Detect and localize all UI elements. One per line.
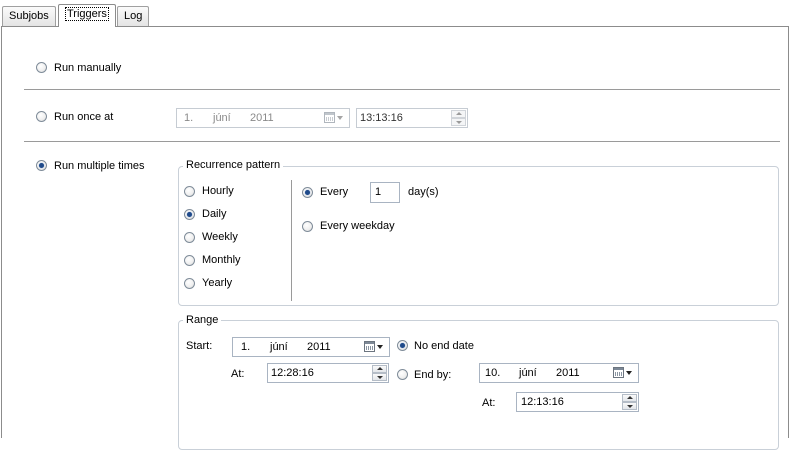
- spin-up-icon[interactable]: [372, 365, 387, 373]
- range-end-calendar-button[interactable]: [612, 366, 634, 380]
- range-start-time-field[interactable]: 12:28:16: [267, 363, 389, 383]
- range-start-time-spinner[interactable]: [372, 365, 387, 381]
- every-weekday-label[interactable]: Every weekday: [320, 220, 395, 233]
- recurrence-yearly-radio[interactable]: [184, 278, 195, 289]
- run-once-date-picker[interactable]: 1. júní 2011: [176, 108, 350, 128]
- spin-down-icon[interactable]: [622, 402, 637, 410]
- recurrence-daily-radio[interactable]: [184, 209, 195, 220]
- chevron-down-icon: [377, 345, 383, 349]
- range-end-time-field[interactable]: 12:13:16: [516, 392, 639, 412]
- recurrence-monthly-label[interactable]: Monthly: [202, 254, 241, 267]
- end-by-label[interactable]: End by:: [414, 369, 451, 382]
- range-start-at-label: At:: [231, 368, 245, 380]
- recurrence-pattern-group: [178, 166, 779, 306]
- run-once-calendar-button[interactable]: [323, 111, 345, 125]
- tab-subjobs-label: Subjobs: [9, 10, 49, 22]
- spin-up-icon[interactable]: [451, 110, 466, 118]
- run-once-time-spinner[interactable]: [451, 110, 466, 126]
- tab-subjobs[interactable]: Subjobs: [2, 6, 56, 26]
- calendar-icon: [324, 112, 335, 123]
- tab-log[interactable]: Log: [117, 6, 150, 26]
- range-title: Range: [183, 314, 222, 327]
- range-end-date-picker[interactable]: 10. júní 2011: [479, 363, 639, 383]
- range-start-month: júní: [270, 341, 288, 353]
- range-end-month: júní: [519, 367, 537, 379]
- run-once-time-value: 13:13:16: [360, 112, 403, 124]
- range-end-time-spinner[interactable]: [622, 394, 637, 410]
- calendar-icon: [613, 367, 624, 378]
- no-end-date-label[interactable]: No end date: [414, 340, 474, 353]
- recurrence-weekly-label[interactable]: Weekly: [202, 231, 238, 244]
- daily-every-value: 1: [375, 186, 382, 198]
- recurrence-hourly-label[interactable]: Hourly: [202, 185, 234, 198]
- spin-up-icon[interactable]: [622, 394, 637, 402]
- daily-unit-label: day(s): [408, 186, 439, 198]
- tab-log-label: Log: [124, 10, 143, 22]
- run-once-date-day: 1.: [184, 112, 194, 124]
- daily-every-input[interactable]: 1: [370, 182, 400, 203]
- range-start-date-picker[interactable]: 1. júní 2011: [232, 337, 390, 357]
- spin-down-icon[interactable]: [451, 118, 466, 126]
- recurrence-hourly-radio[interactable]: [184, 186, 195, 197]
- range-start-label: Start:: [186, 340, 213, 352]
- recurrence-monthly-radio[interactable]: [184, 255, 195, 266]
- run-multiple-radio[interactable]: [36, 160, 47, 171]
- chevron-down-icon: [626, 371, 632, 375]
- range-end-time-value: 12:13:16: [521, 396, 564, 408]
- separator-2: [24, 141, 780, 142]
- recurrence-daily-label[interactable]: Daily: [202, 208, 226, 221]
- range-start-day: 1.: [241, 341, 251, 353]
- range-start-calendar-button[interactable]: [363, 340, 385, 354]
- run-once-radio[interactable]: [36, 111, 47, 122]
- run-multiple-label[interactable]: Run multiple times: [54, 160, 144, 173]
- tab-strip: Subjobs Triggers Log: [0, 0, 790, 27]
- range-start-year: 2011: [307, 341, 331, 353]
- run-manually-label[interactable]: Run manually: [54, 62, 121, 75]
- run-once-time-field[interactable]: 13:13:16: [356, 108, 468, 128]
- calendar-icon: [364, 341, 375, 352]
- recurrence-divider: [291, 180, 292, 301]
- every-weekday-radio[interactable]: [302, 221, 313, 232]
- tab-triggers-label: Triggers: [65, 7, 109, 21]
- run-once-date-year: 2011: [250, 112, 274, 124]
- range-end-day: 10.: [485, 367, 501, 379]
- end-by-radio[interactable]: [397, 369, 408, 380]
- run-manually-radio[interactable]: [36, 62, 47, 73]
- spin-down-icon[interactable]: [372, 373, 387, 381]
- recurrence-yearly-label[interactable]: Yearly: [202, 277, 232, 290]
- chevron-down-icon: [337, 116, 343, 120]
- separator-1: [24, 89, 780, 90]
- range-end-year: 2011: [556, 367, 580, 379]
- no-end-date-radio[interactable]: [397, 340, 408, 351]
- tab-triggers[interactable]: Triggers: [58, 4, 116, 27]
- daily-every-label[interactable]: Every: [320, 186, 348, 199]
- daily-every-radio[interactable]: [302, 187, 313, 198]
- range-start-time-value: 12:28:16: [271, 367, 314, 379]
- range-end-at-label: At:: [482, 397, 496, 409]
- recurrence-pattern-title: Recurrence pattern: [183, 159, 284, 172]
- run-once-date-month: júní: [213, 112, 231, 124]
- run-once-label[interactable]: Run once at: [54, 111, 113, 124]
- recurrence-weekly-radio[interactable]: [184, 232, 195, 243]
